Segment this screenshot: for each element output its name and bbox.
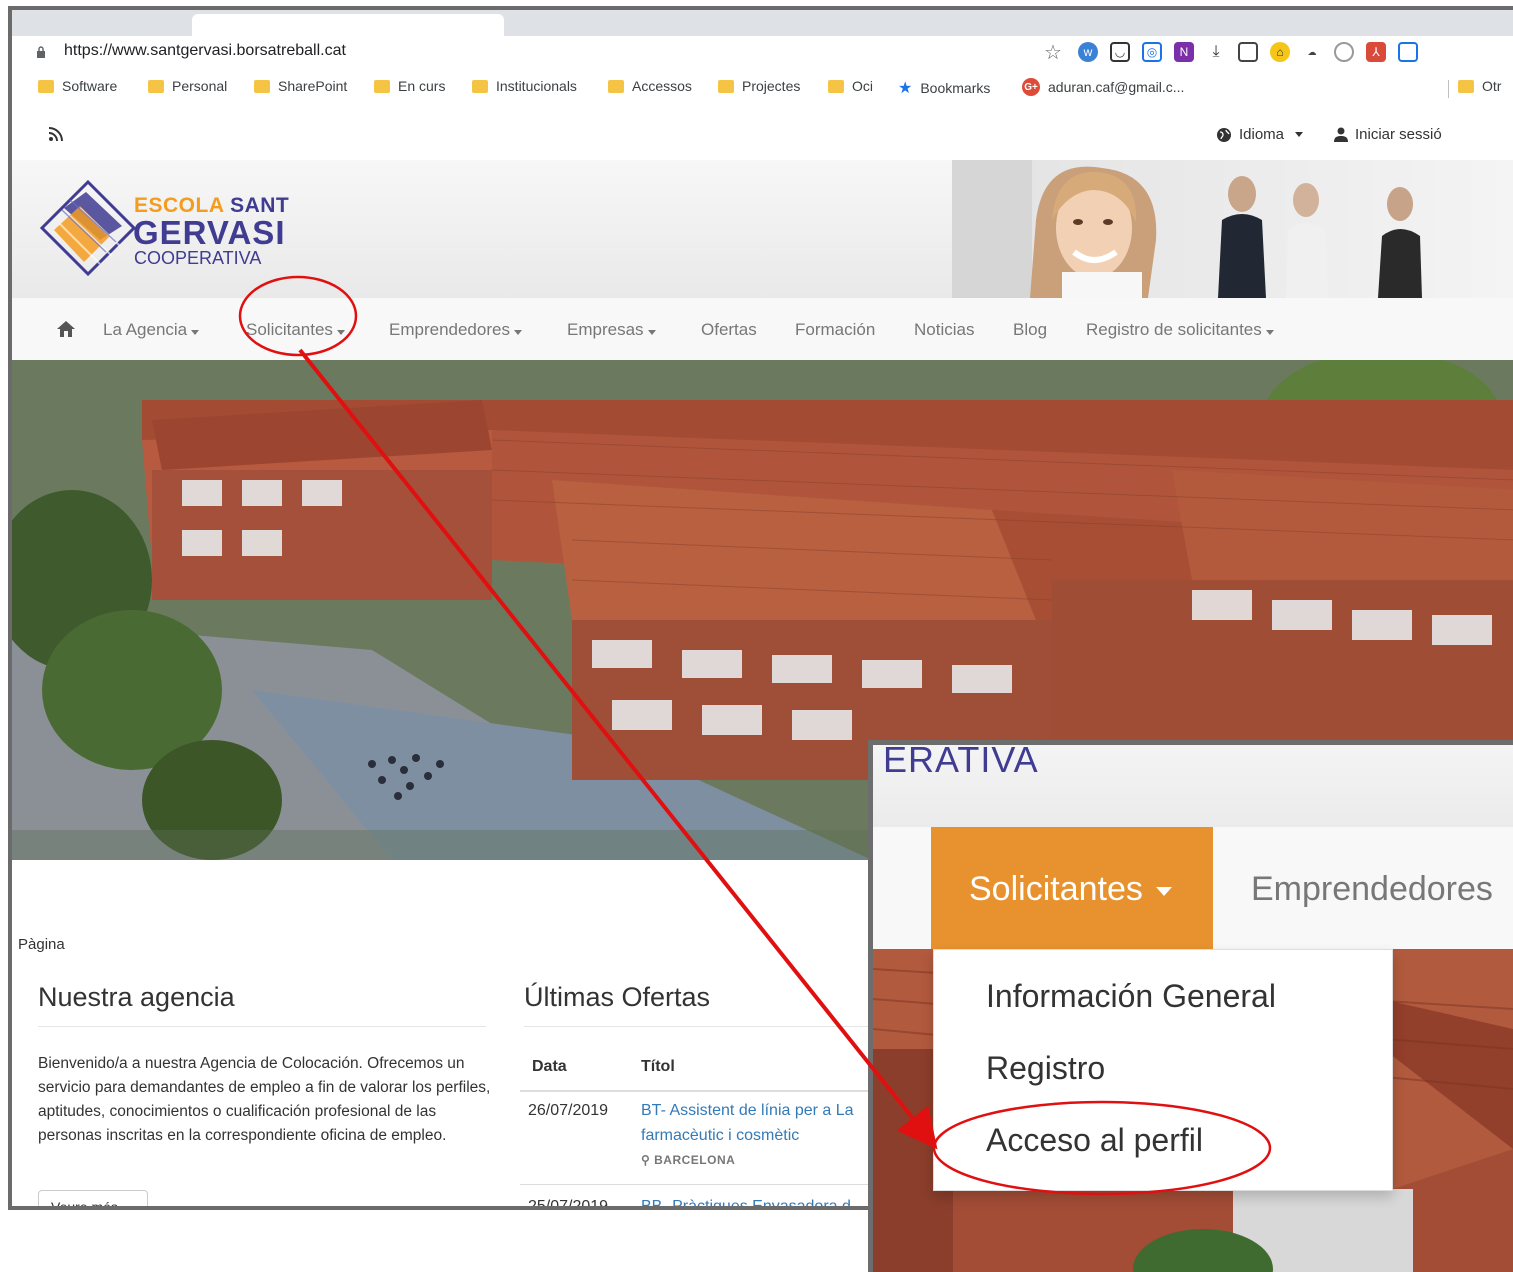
bookmark-oci[interactable]: Oci bbox=[828, 78, 873, 94]
layout-extension-icon[interactable] bbox=[1238, 42, 1258, 62]
bookmark-separator bbox=[1448, 80, 1449, 98]
folder-icon bbox=[254, 79, 270, 93]
folder-icon bbox=[608, 79, 624, 93]
nav-formacion[interactable]: Formación bbox=[795, 320, 875, 340]
lock-icon bbox=[37, 46, 45, 58]
bookmark-institucionals[interactable]: Institucionals bbox=[472, 78, 577, 94]
bookmarks-bar: Software Personal SharePoint En curs Ins… bbox=[12, 68, 1513, 111]
cloud-extension-icon[interactable]: ☁ bbox=[1302, 42, 1322, 62]
zoom-inset: ERATIVA Solicitantes Emprendedores Infor… bbox=[868, 740, 1513, 1272]
globe-icon bbox=[1217, 127, 1231, 142]
bookmark-other[interactable]: Otr bbox=[1458, 78, 1501, 94]
folder-icon bbox=[472, 79, 488, 93]
menu-item-informacion-general[interactable]: Información General bbox=[986, 978, 1276, 1015]
screenshot-extension-icon[interactable]: ◎ bbox=[1142, 42, 1162, 62]
offer-location: ⚲ BARCELONA bbox=[641, 1153, 736, 1167]
nav-la-agencia[interactable]: La Agencia bbox=[103, 320, 200, 340]
breadcrumb: Pàgina bbox=[18, 936, 65, 953]
download-extension-icon[interactable]: ⤓ bbox=[1206, 42, 1226, 62]
col-header-date: Data bbox=[532, 1058, 567, 1075]
login-link[interactable]: Iniciar sessió bbox=[1334, 126, 1442, 143]
url-text[interactable]: https://www.santgervasi.borsatreball.cat bbox=[64, 42, 346, 60]
offer-title-link[interactable]: BT- Assistent de línia per a La farmacèut… bbox=[641, 1098, 854, 1148]
rss-icon[interactable] bbox=[48, 126, 64, 147]
pocket-extension-icon[interactable]: ◡ bbox=[1110, 42, 1130, 62]
bookmark-software[interactable]: Software bbox=[38, 78, 117, 94]
nav-empresas[interactable]: Empresas bbox=[567, 320, 656, 340]
school-logo[interactable] bbox=[40, 180, 136, 276]
address-bar[interactable]: https://www.santgervasi.borsatreball.cat… bbox=[12, 36, 1513, 68]
divider bbox=[38, 1026, 486, 1027]
read-more-button[interactable]: Veure més bbox=[38, 1190, 148, 1206]
bookmark-projectes[interactable]: Projectes bbox=[718, 78, 800, 94]
pdf-extension-icon[interactable]: ⅄ bbox=[1366, 42, 1386, 62]
caret-down-icon bbox=[1295, 132, 1304, 137]
github-extension-icon[interactable] bbox=[1334, 42, 1354, 62]
agency-intro-text: Bienvenido/a a nuestra Agencia de Coloca… bbox=[38, 1055, 491, 1144]
folder-icon bbox=[38, 79, 54, 93]
folder-icon bbox=[374, 79, 390, 93]
table-row-line bbox=[520, 1184, 880, 1185]
zoom-logo-fragment: ERATIVA bbox=[883, 740, 1039, 780]
col-header-title: Títol bbox=[641, 1058, 675, 1075]
active-tab[interactable] bbox=[192, 14, 504, 36]
logo-text-line2: GERVASI bbox=[133, 214, 286, 251]
offer-date: 26/07/2019 bbox=[528, 1102, 609, 1119]
tab-strip bbox=[12, 10, 1513, 36]
main-navbar: La Agencia Solicitantes Emprendedores Em… bbox=[12, 298, 1513, 361]
wordpress-extension-icon[interactable]: w bbox=[1078, 42, 1098, 62]
solicitantes-dropdown-menu: Información General Registro Acceso al p… bbox=[933, 949, 1393, 1191]
site-top-bar: Idioma Iniciar sessió bbox=[12, 110, 1513, 161]
nav-emprendedores[interactable]: Emprendedores bbox=[389, 320, 522, 340]
nav-noticias[interactable]: Noticias bbox=[914, 320, 974, 340]
onenote-extension-icon[interactable]: N bbox=[1174, 42, 1194, 62]
zoom-header: ERATIVA bbox=[873, 745, 1513, 827]
bookmark-en-curs[interactable]: En curs bbox=[374, 78, 445, 94]
folder-icon bbox=[148, 79, 164, 93]
nav-solicitantes[interactable]: Solicitantes bbox=[246, 320, 345, 340]
bookmark-accessos[interactable]: Accessos bbox=[608, 78, 692, 94]
google-plus-icon: G+ bbox=[1022, 78, 1040, 96]
nav-blog[interactable]: Blog bbox=[1013, 320, 1047, 340]
folder-icon bbox=[718, 79, 734, 93]
user-icon bbox=[1334, 127, 1348, 142]
screen-extension-icon[interactable] bbox=[1398, 42, 1418, 62]
home-extension-icon[interactable]: ⌂ bbox=[1270, 42, 1290, 62]
logo-text-line3: COOPERATIVA bbox=[134, 248, 262, 268]
bookmark-gmail[interactable]: G+ aduran.caf@gmail.c... bbox=[1022, 78, 1184, 96]
folder-icon bbox=[1458, 79, 1474, 93]
nav-ofertas[interactable]: Ofertas bbox=[701, 320, 757, 340]
offer-title-link[interactable]: BB- Pràctiques Envasadora d bbox=[641, 1194, 851, 1206]
star-icon: ★ bbox=[898, 80, 913, 97]
nav-registro-solicitantes[interactable]: Registro de solicitantes bbox=[1086, 320, 1274, 340]
divider bbox=[524, 1026, 884, 1027]
agency-title: Nuestra agencia bbox=[38, 982, 235, 1012]
header-people-image bbox=[952, 160, 1513, 298]
home-icon[interactable] bbox=[56, 320, 76, 338]
zoom-solicitantes-label[interactable]: Solicitantes bbox=[969, 870, 1173, 909]
offer-date: 25/07/2019 bbox=[528, 1198, 609, 1210]
language-dropdown[interactable]: Idioma bbox=[1216, 126, 1304, 143]
extension-toolbar: ☆ w ◡ ◎ N ⤓ ⌂ ☁ ⅄ bbox=[1044, 40, 1418, 64]
table-header-line bbox=[520, 1090, 880, 1092]
menu-item-registro[interactable]: Registro bbox=[986, 1050, 1105, 1087]
offers-title: Últimas Ofertas bbox=[524, 982, 711, 1012]
folder-icon bbox=[828, 79, 844, 93]
zoom-emprendedores-label[interactable]: Emprendedores bbox=[1251, 870, 1493, 909]
site-header: ESCOLA SANT GERVASI COOPERATIVA bbox=[12, 160, 1513, 298]
menu-item-acceso-perfil[interactable]: Acceso al perfil bbox=[986, 1122, 1203, 1159]
bookmark-star-icon[interactable]: ☆ bbox=[1044, 40, 1066, 65]
bookmark-personal[interactable]: Personal bbox=[148, 78, 227, 94]
bookmark-bookmarks[interactable]: ★ Bookmarks bbox=[898, 78, 990, 98]
bookmark-sharepoint[interactable]: SharePoint bbox=[254, 78, 347, 94]
